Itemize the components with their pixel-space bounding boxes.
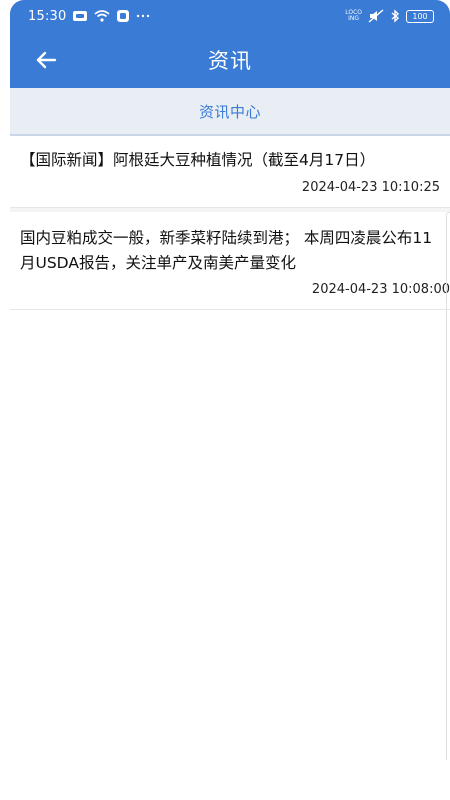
- page-title: 资讯: [208, 49, 252, 73]
- status-bar: 15:30 LOCO ING 100: [10, 0, 450, 32]
- arrow-left-icon: [36, 51, 57, 69]
- network-label-bottom: ING: [348, 15, 360, 22]
- network-label: LOCO ING: [345, 10, 362, 22]
- status-left: 15:30: [28, 9, 150, 24]
- wifi-icon: [94, 10, 110, 22]
- news-time: 2024-04-23 10:08:00: [311, 282, 450, 297]
- app-icon: [116, 9, 130, 23]
- news-item[interactable]: 【国际新闻】阿根廷大豆种植情况（截至4月17日） 2024-04-23 10:1…: [10, 136, 450, 208]
- battery-level: 100: [412, 11, 428, 21]
- scroll-edge: [446, 212, 450, 760]
- more-dots-icon: [136, 13, 150, 19]
- news-list: 【国际新闻】阿根廷大豆种植情况（截至4月17日） 2024-04-23 10:1…: [10, 136, 450, 310]
- app-screen: 15:30 LOCO ING 100 资讯 资讯中心 【国际新闻】阿根廷大豆种植…: [0, 0, 450, 800]
- back-button[interactable]: [32, 46, 60, 74]
- news-time: 2024-04-23 10:10:25: [301, 180, 440, 195]
- app-bar: 资讯: [10, 32, 450, 88]
- status-right: LOCO ING 100: [345, 9, 434, 23]
- news-title: 【国际新闻】阿根廷大豆种植情况（截至4月17日）: [20, 151, 376, 169]
- battery-icon: 100: [406, 9, 434, 23]
- message-icon: [72, 10, 88, 22]
- news-title: 国内豆粕成交一般，新季菜籽陆续到港； 本周四凌晨公布11月USDA报告，关注单产…: [20, 229, 433, 272]
- status-time: 15:30: [28, 8, 67, 24]
- mute-icon: [368, 9, 384, 23]
- section-header: 资讯中心: [10, 88, 450, 136]
- section-title: 资讯中心: [198, 102, 261, 121]
- news-item[interactable]: 国内豆粕成交一般，新季菜籽陆续到港； 本周四凌晨公布11月USDA报告，关注单产…: [10, 212, 450, 310]
- bluetooth-icon: [390, 9, 400, 23]
